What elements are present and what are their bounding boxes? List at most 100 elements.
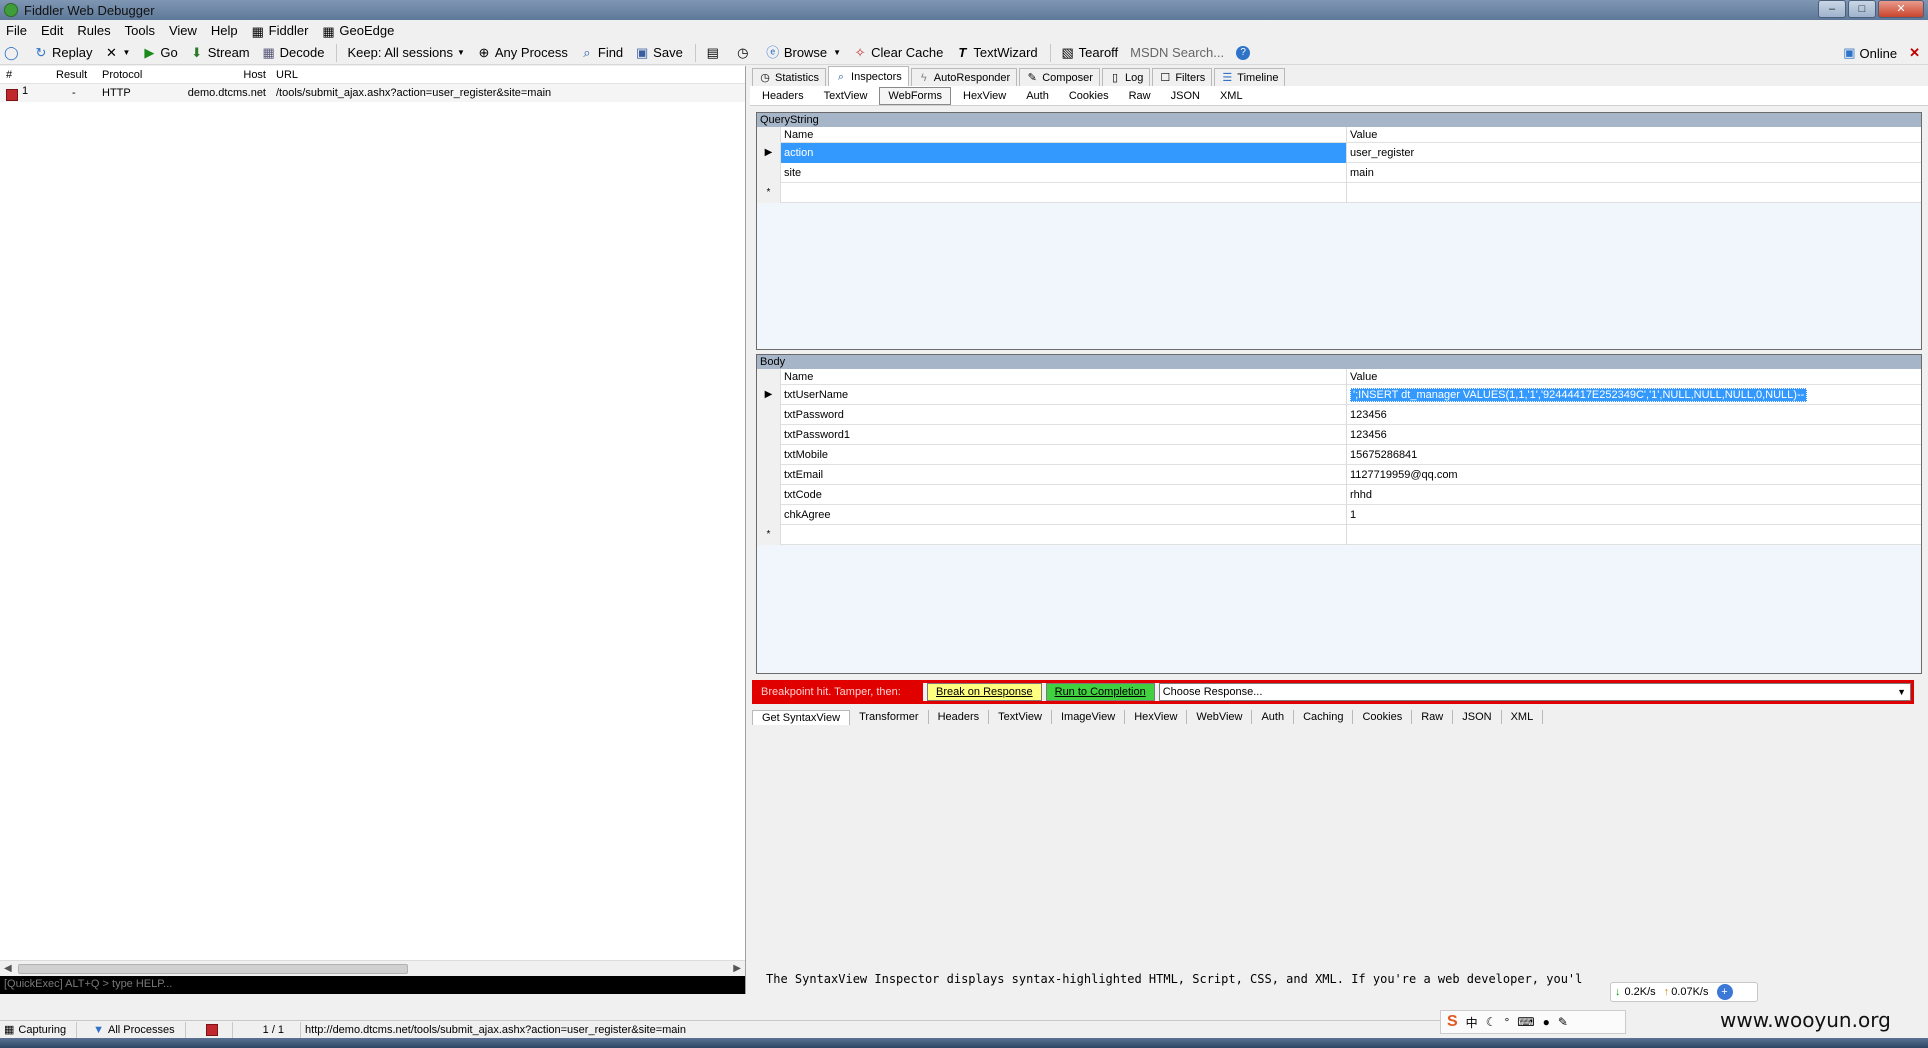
querystring-row[interactable]: ▶ action user_register bbox=[757, 142, 1921, 163]
column-result[interactable]: Result bbox=[54, 69, 100, 81]
boost-icon[interactable]: + bbox=[1716, 984, 1733, 1000]
req-tab-xml[interactable]: XML bbox=[1212, 88, 1251, 104]
minimize-button[interactable]: – bbox=[1818, 0, 1846, 18]
menu-geoedge[interactable]: ▦ GeoEdge bbox=[322, 23, 394, 39]
resp-tab-xml[interactable]: XML bbox=[1502, 710, 1544, 724]
resp-tab-cookies[interactable]: Cookies bbox=[1353, 710, 1413, 724]
maximize-button[interactable]: □ bbox=[1848, 0, 1876, 18]
tab-filters[interactable]: ☐ Filters bbox=[1152, 68, 1213, 86]
querystring-row[interactable]: site main bbox=[757, 162, 1921, 183]
new-row[interactable]: * bbox=[757, 182, 1921, 203]
body-row[interactable]: txtEmail 1127719959@qq.com bbox=[757, 464, 1921, 485]
wrench-icon[interactable]: ✎ bbox=[1558, 1015, 1568, 1029]
tab-log[interactable]: ▯ Log bbox=[1101, 68, 1151, 86]
column-protocol[interactable]: Protocol bbox=[100, 69, 176, 81]
msdn-search-field[interactable]: MSDN Search... bbox=[1130, 45, 1224, 60]
online-status[interactable]: Online bbox=[1860, 46, 1898, 61]
textwizard-button[interactable]: T TextWizard bbox=[955, 45, 1037, 60]
resp-tab-auth[interactable]: Auth bbox=[1252, 710, 1295, 724]
tearoff-button[interactable]: ▧ Tearoff bbox=[1061, 45, 1119, 60]
menu-tools[interactable]: Tools bbox=[125, 23, 155, 38]
req-tab-auth[interactable]: Auth bbox=[1018, 88, 1057, 104]
keyboard-icon[interactable]: ⌨ bbox=[1517, 1015, 1534, 1029]
tab-inspectors[interactable]: ⌕ Inspectors bbox=[828, 66, 909, 86]
tab-autoresponder[interactable]: ϟ AutoResponder bbox=[910, 68, 1018, 86]
menu-help[interactable]: Help bbox=[211, 23, 238, 38]
browse-button[interactable]: ⓔ Browse ▼ bbox=[766, 45, 841, 60]
resp-tab-caching[interactable]: Caching bbox=[1294, 710, 1354, 724]
body-row[interactable]: ▶ txtUserName ';INSERT dt_manager VALUES… bbox=[757, 384, 1921, 405]
run-to-completion-button[interactable]: Run to Completion bbox=[1045, 683, 1155, 701]
menu-view[interactable]: View bbox=[169, 23, 197, 38]
body-row[interactable]: txtMobile 15675286841 bbox=[757, 444, 1921, 465]
ime-toolbar[interactable]: S 中 ☾ ° ⌨ ● ✎ bbox=[1440, 1010, 1626, 1034]
save-button[interactable]: ▣ Save bbox=[635, 45, 683, 60]
user-icon[interactable]: ● bbox=[1543, 1015, 1550, 1029]
resp-tab-imageview[interactable]: ImageView bbox=[1052, 710, 1126, 724]
tab-statistics[interactable]: ◷ Statistics bbox=[752, 68, 827, 86]
resp-tab-hexview[interactable]: HexView bbox=[1125, 710, 1188, 724]
menu-rules[interactable]: Rules bbox=[77, 23, 110, 38]
screenshot-button[interactable]: ▤ bbox=[706, 45, 724, 60]
req-tab-cookies[interactable]: Cookies bbox=[1061, 88, 1117, 104]
resp-tab-headers[interactable]: Headers bbox=[929, 710, 990, 724]
break-on-response-button[interactable]: Break on Response bbox=[927, 683, 1042, 701]
req-tab-json[interactable]: JSON bbox=[1163, 88, 1208, 104]
go-button[interactable]: ▶ Go bbox=[142, 45, 177, 60]
keep-sessions-dropdown[interactable]: Keep: All sessions ▼ bbox=[347, 45, 464, 60]
any-process-button[interactable]: ⊕ Any Process bbox=[477, 45, 567, 60]
help-button[interactable]: ? bbox=[1236, 45, 1254, 60]
choose-response-dropdown[interactable]: Choose Response... ▼ bbox=[1158, 683, 1911, 701]
resp-tab-transformer[interactable]: Transformer bbox=[850, 710, 929, 724]
column-number[interactable]: # bbox=[0, 69, 54, 81]
name-column-header[interactable]: Name bbox=[781, 126, 1347, 143]
req-tab-hexview[interactable]: HexView bbox=[955, 88, 1014, 104]
value-column-header[interactable]: Value bbox=[1347, 127, 1921, 143]
find-button[interactable]: ⌕ Find bbox=[580, 45, 623, 60]
req-tab-webforms[interactable]: WebForms bbox=[879, 86, 951, 105]
remove-button[interactable]: ✕ ▼ bbox=[104, 45, 130, 60]
moon-icon[interactable]: ☾ bbox=[1486, 1015, 1497, 1029]
close-icon[interactable]: ✕ bbox=[1909, 45, 1920, 61]
stream-button[interactable]: ⬇ Stream bbox=[190, 45, 249, 60]
resp-tab-json[interactable]: JSON bbox=[1453, 710, 1502, 724]
column-url[interactable]: URL bbox=[276, 69, 745, 81]
req-tab-textview[interactable]: TextView bbox=[816, 88, 876, 104]
scroll-left-icon[interactable]: ◀ bbox=[4, 963, 12, 974]
selected-value-text[interactable]: ';INSERT dt_manager VALUES(1,1,'1','9244… bbox=[1350, 387, 1808, 402]
body-row[interactable]: txtCode rhhd bbox=[757, 484, 1921, 505]
scrollbar-thumb[interactable] bbox=[18, 964, 408, 974]
close-window-button[interactable]: ✕ bbox=[1878, 0, 1924, 18]
menu-edit[interactable]: Edit bbox=[41, 23, 63, 38]
session-row[interactable]: 1 - HTTP demo.dtcms.net /tools/submit_aj… bbox=[0, 84, 745, 102]
decode-button[interactable]: ▦ Decode bbox=[262, 45, 324, 60]
comment-button[interactable]: ◯ bbox=[4, 45, 22, 60]
resp-tab-raw[interactable]: Raw bbox=[1412, 710, 1454, 724]
timer-button[interactable]: ◷ bbox=[736, 45, 754, 60]
capturing-toggle[interactable]: ▦ Capturing bbox=[0, 1021, 78, 1038]
resp-tab-syntaxview[interactable]: Get SyntaxView bbox=[752, 709, 851, 725]
menu-file[interactable]: File bbox=[6, 23, 27, 38]
punctuation-icon[interactable]: ° bbox=[1504, 1015, 1509, 1029]
resp-tab-textview[interactable]: TextView bbox=[989, 710, 1052, 724]
req-tab-raw[interactable]: Raw bbox=[1121, 88, 1159, 104]
tab-timeline[interactable]: ☰ Timeline bbox=[1214, 68, 1286, 86]
req-tab-headers[interactable]: Headers bbox=[754, 88, 812, 104]
ime-language[interactable]: 中 bbox=[1466, 1014, 1478, 1031]
resp-tab-webview[interactable]: WebView bbox=[1187, 710, 1253, 724]
horizontal-scrollbar[interactable]: ◀ ▶ bbox=[0, 960, 745, 976]
process-filter[interactable]: ▼ All Processes bbox=[77, 1021, 186, 1038]
clear-cache-button[interactable]: ✧ Clear Cache bbox=[853, 45, 944, 60]
breakpoint-status[interactable] bbox=[186, 1021, 233, 1038]
tab-composer[interactable]: ✎ Composer bbox=[1019, 68, 1100, 86]
body-row[interactable]: txtPassword1 123456 bbox=[757, 424, 1921, 445]
name-column-header[interactable]: Name bbox=[781, 368, 1347, 385]
body-row[interactable]: chkAgree 1 bbox=[757, 504, 1921, 525]
body-row[interactable]: txtPassword 123456 bbox=[757, 404, 1921, 425]
value-column-header[interactable]: Value bbox=[1347, 369, 1921, 385]
scroll-right-icon[interactable]: ▶ bbox=[733, 963, 741, 974]
new-row[interactable]: * bbox=[757, 524, 1921, 545]
replay-button[interactable]: ↻ Replay bbox=[34, 45, 93, 60]
column-host[interactable]: Host bbox=[176, 69, 276, 81]
network-speed-widget[interactable]: ↓ 0.2K/s ↑ 0.07K/s + bbox=[1610, 982, 1758, 1002]
